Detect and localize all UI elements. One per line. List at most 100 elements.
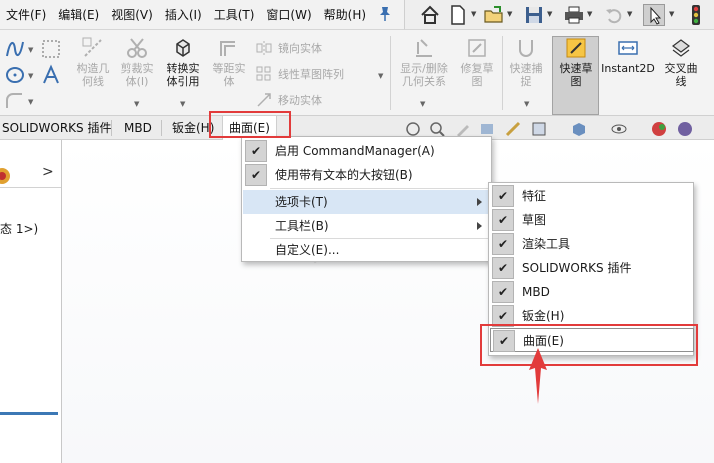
hide-show-icon[interactable]: [610, 120, 628, 138]
check-icon: ✔: [492, 281, 514, 303]
offset-icon: [217, 36, 241, 60]
fillet-dropdown-icon[interactable]: ▼: [28, 98, 33, 106]
traffic-light-icon[interactable]: [685, 4, 707, 26]
menu-item-customize[interactable]: 自定义(E)...: [243, 238, 492, 262]
view-cube-icon[interactable]: [570, 120, 588, 138]
submenu-item-features[interactable]: ✔ 特征: [490, 184, 694, 208]
pattern-dropdown-icon[interactable]: ▼: [378, 72, 383, 80]
print-icon[interactable]: [563, 4, 585, 26]
move-entities-button[interactable]: 移动实体: [256, 92, 322, 108]
intersection-curve-button[interactable]: 交叉曲 线: [658, 36, 704, 88]
select-dropdown-icon[interactable]: ▼: [669, 11, 676, 18]
menu-file[interactable]: 文件(F): [0, 0, 52, 30]
offset-entities-button[interactable]: 等距实 体: [208, 36, 250, 88]
new-dropdown-icon[interactable]: ▼: [471, 11, 478, 18]
scissors-icon: [125, 36, 149, 60]
instant2d-label: Instant2D: [601, 62, 655, 75]
display-style-icon[interactable]: [530, 120, 548, 138]
feature-tree-item[interactable]: 态 1>): [0, 220, 38, 237]
convert-dropdown-icon[interactable]: ▼: [180, 100, 185, 108]
appearance-icon[interactable]: [650, 120, 668, 138]
move-entities-label: 移动实体: [278, 94, 322, 107]
menu-tools[interactable]: 工具(T): [208, 0, 261, 30]
spline-dropdown-icon[interactable]: ▼: [28, 46, 33, 54]
quick-snaps-button[interactable]: 快速捕 捉: [504, 36, 548, 88]
submenu-arrow-icon: [477, 198, 482, 206]
repair-sketch-icon: [465, 36, 489, 60]
menu-item-large-buttons-with-text[interactable]: ✔ 使用带有文本的大按钮(B): [243, 163, 492, 187]
rectangle-select-icon[interactable]: [40, 38, 62, 60]
panel-progress-line: [0, 412, 58, 415]
convert-entities-label: 转换实 体引用: [166, 62, 200, 88]
home-icon[interactable]: [419, 4, 441, 26]
instant2d-button[interactable]: Instant2D: [600, 36, 656, 75]
repair-sketch-label: 修复草 图: [460, 62, 494, 88]
feature-manager-panel: > 态 1>): [0, 140, 62, 463]
snaps-dropdown-icon[interactable]: ▼: [524, 100, 529, 108]
quick-access-toolbar: ▼ ▼ ▼ ▼ ▼ ▼: [404, 0, 714, 30]
rapid-sketch-button[interactable]: 快速草 图: [554, 36, 598, 88]
pin-icon[interactable]: [378, 6, 392, 22]
linear-pattern-icon: [256, 66, 272, 82]
submenu-item-mbd[interactable]: ✔ MBD: [490, 280, 694, 304]
tab-solidworks-plugins[interactable]: SOLIDWORKS 插件: [2, 116, 111, 140]
convert-entities-button[interactable]: 转换实 体引用: [160, 36, 206, 88]
check-icon: ✔: [245, 140, 267, 162]
submenu-item-sketch[interactable]: ✔ 草图: [490, 208, 694, 232]
appearance-tab-icon[interactable]: [0, 168, 12, 184]
scene-icon[interactable]: [676, 120, 694, 138]
select-pointer-icon[interactable]: [643, 4, 665, 26]
menu-view[interactable]: 视图(V): [105, 0, 159, 30]
undo-icon[interactable]: [603, 4, 625, 26]
menu-item-toolbars[interactable]: 工具栏(B): [243, 214, 492, 238]
show-delete-relations-button[interactable]: 显示/删除 几何关系: [396, 36, 452, 88]
spline-icon[interactable]: [4, 38, 26, 60]
rapid-sketch-label: 快速草 图: [559, 62, 593, 88]
construct-geometry-button[interactable]: 构造几 何线: [70, 36, 116, 88]
submenu-item-label: 草图: [522, 213, 547, 227]
tab-mbd[interactable]: MBD: [124, 116, 152, 140]
relations-dropdown-icon[interactable]: ▼: [420, 100, 425, 108]
panel-scroll-arrow[interactable]: >: [42, 164, 54, 180]
mirror-icon: [256, 40, 272, 56]
construct-geometry-icon: [81, 36, 105, 60]
open-dropdown-icon[interactable]: ▼: [507, 11, 514, 18]
tab-separator: [161, 120, 162, 136]
menu-edit[interactable]: 编辑(E): [52, 0, 105, 30]
menu-item-tabs[interactable]: 选项卡(T): [243, 190, 492, 214]
mirror-entities-button[interactable]: 镜向实体: [256, 40, 322, 56]
ellipse-dropdown-icon[interactable]: ▼: [28, 72, 33, 80]
save-icon[interactable]: [523, 4, 545, 26]
linear-pattern-button[interactable]: 线性草图阵列: [256, 66, 344, 82]
menu-window[interactable]: 窗口(W): [260, 0, 317, 30]
menu-separator: [270, 188, 490, 189]
cut-dropdown-icon[interactable]: ▼: [134, 100, 139, 108]
cut-entities-button[interactable]: 剪裁实 体(I): [116, 36, 158, 88]
annotation-arrow-icon: [528, 348, 548, 404]
tools-icon[interactable]: [504, 120, 522, 138]
menu-item-enable-commandmanager[interactable]: ✔ 启用 CommandManager(A): [243, 139, 492, 163]
intersection-curve-icon: [669, 36, 693, 60]
print-dropdown-icon[interactable]: ▼: [587, 11, 594, 18]
submenu-item-render-tools[interactable]: ✔ 渲染工具: [490, 232, 694, 256]
menu-bar: 文件(F) 编辑(E) 视图(V) 插入(I) 工具(T) 窗口(W) 帮助(H…: [0, 0, 404, 30]
fillet-icon[interactable]: [4, 90, 26, 112]
ellipse-icon[interactable]: [4, 64, 26, 86]
check-icon: ✔: [492, 185, 514, 207]
menu-item-label: 自定义(E)...: [275, 243, 340, 257]
open-folder-icon[interactable]: [483, 4, 505, 26]
text-icon[interactable]: [40, 64, 62, 86]
save-dropdown-icon[interactable]: ▼: [547, 11, 554, 18]
new-document-icon[interactable]: [447, 4, 469, 26]
submenu-item-label: 特征: [522, 189, 547, 203]
ribbon-separator: [390, 36, 391, 110]
submenu-arrow-icon: [477, 222, 482, 230]
menu-help[interactable]: 帮助(H): [318, 0, 372, 30]
repair-sketch-button[interactable]: 修复草 图: [456, 36, 498, 88]
submenu-item-solidworks-plugins[interactable]: ✔ SOLIDWORKS 插件: [490, 256, 694, 280]
submenu-item-label: 渲染工具: [522, 237, 571, 251]
undo-dropdown-icon[interactable]: ▼: [627, 11, 634, 18]
panel-tabs: >: [0, 162, 61, 188]
menu-insert[interactable]: 插入(I): [159, 0, 208, 30]
intersection-curve-label: 交叉曲 线: [664, 62, 698, 88]
